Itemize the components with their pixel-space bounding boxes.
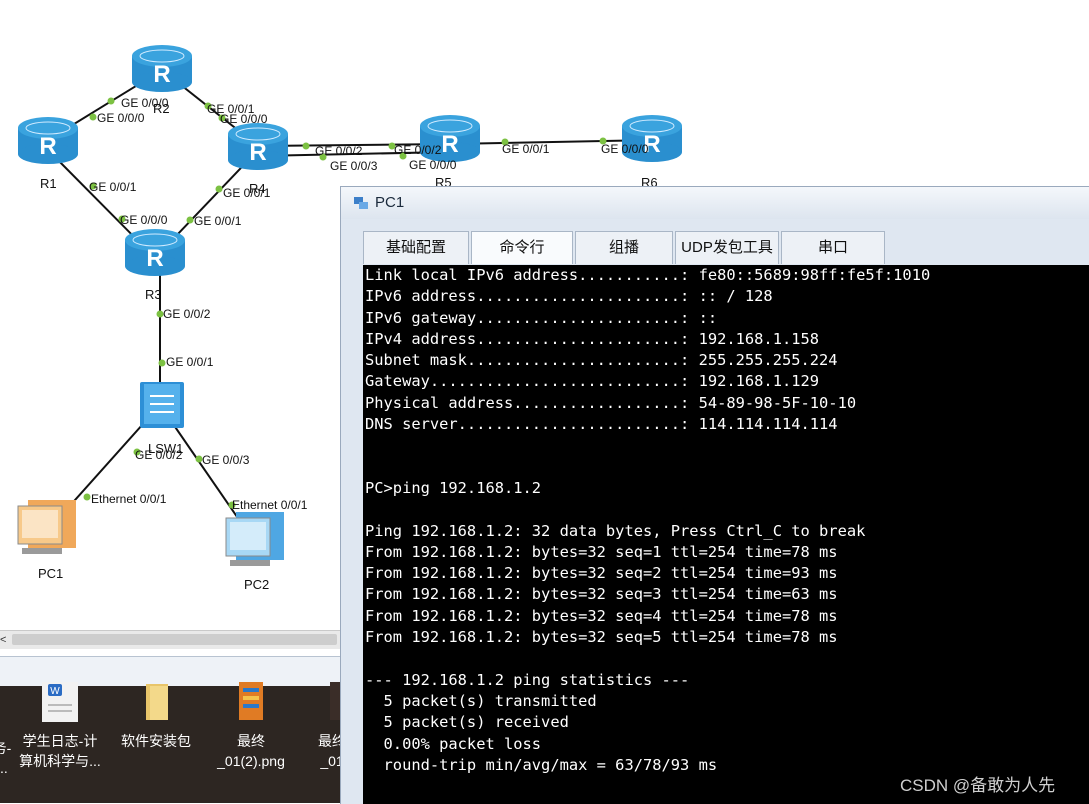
port-label: GE 0/0/0 — [409, 158, 457, 172]
port-label: Ethernet 0/0/1 — [91, 492, 167, 506]
device-name-r3: R3 — [145, 287, 162, 302]
router-icon-r3[interactable]: R — [125, 229, 185, 276]
console-line: IPv6 gateway......................: :: — [365, 308, 718, 327]
device-name-pc2: PC2 — [244, 577, 270, 592]
port-label: GE 0/0/1 — [502, 142, 550, 156]
port-label: GE 0/0/2 — [315, 144, 363, 158]
device-name-r2: R2 — [153, 101, 170, 116]
router-icon-r4[interactable]: R — [228, 123, 288, 170]
pc1-window[interactable]: PC1 基础配置 命令行 组播 UDP发包工具 串口 Link local IP… — [340, 186, 1089, 804]
console-line: IPv6 address......................: :: /… — [365, 287, 773, 306]
port-label: GE 0/0/0 — [601, 142, 649, 156]
port-label: GE 0/0/1 — [194, 214, 242, 228]
device-name-r1: R1 — [40, 176, 57, 191]
scroll-thumb[interactable] — [12, 634, 337, 645]
port-label: GE 0/0/3 — [202, 453, 250, 467]
console-line: From 192.168.1.2: bytes=32 seq=4 ttl=254… — [365, 606, 838, 625]
desktop-icon-image[interactable]: 最终 _01(2).png — [206, 682, 296, 771]
console-line: IPv4 address......................: 192.… — [365, 329, 820, 348]
word-doc-icon: W — [42, 682, 78, 722]
console-line: Subnet mask.......................: 255.… — [365, 351, 838, 370]
port-label: Ethernet 0/0/1 — [232, 498, 308, 512]
tab-multicast[interactable]: 组播 — [575, 231, 673, 264]
port-label: GE 0/0/0 — [220, 112, 268, 126]
svg-text:R: R — [153, 61, 170, 88]
svg-text:R: R — [249, 139, 266, 166]
console-line: From 192.168.1.2: bytes=32 seq=5 ttl=254… — [365, 628, 838, 647]
desktop-icon-label: 算机科学与... — [19, 753, 101, 769]
svg-text:R: R — [146, 245, 163, 272]
svg-text:R: R — [39, 133, 56, 160]
svg-text:R: R — [441, 131, 458, 158]
console-line: 5 packet(s) transmitted — [383, 691, 597, 710]
console-line: From 192.168.1.2: bytes=32 seq=3 ttl=254… — [365, 585, 838, 604]
console-line: --- 192.168.1.2 ping statistics --- — [365, 670, 690, 689]
command-console[interactable]: Link local IPv6 address...........: fe80… — [363, 265, 1089, 804]
switch-icon-lsw1[interactable] — [140, 382, 184, 428]
window-title: PC1 — [375, 194, 405, 211]
desktop-icon-label: 最终 — [237, 733, 265, 749]
console-line: From 192.168.1.2: bytes=32 seq=2 ttl=254… — [365, 564, 838, 583]
desktop-icon-label: 学生日志-计 — [22, 733, 98, 749]
port-label: GE 0/0/2 — [163, 307, 211, 321]
console-output: Link local IPv6 address...........: fe80… — [363, 265, 1089, 776]
console-line: 0.00% packet loss — [383, 734, 542, 753]
console-line: From 192.168.1.2: bytes=32 seq=1 ttl=254… — [365, 542, 838, 561]
console-line: Link local IPv6 address...........: fe80… — [365, 266, 931, 284]
tab-serial[interactable]: 串口 — [781, 231, 885, 264]
folder-icon — [146, 684, 168, 720]
pc1-icon[interactable] — [17, 500, 76, 554]
desktop-icon-label: 软件安装包 — [121, 733, 191, 749]
device-name-lsw1: LSW1 — [148, 441, 184, 456]
pc2-icon[interactable] — [225, 512, 284, 566]
port-label: GE 0/0/1 — [89, 180, 137, 194]
console-line: Ping 192.168.1.2: 32 data bytes, Press C… — [365, 521, 866, 540]
router-icon-r1[interactable]: R — [18, 117, 78, 164]
tab-udp-tool[interactable]: UDP发包工具 — [675, 231, 779, 264]
device-name-r4: R4 — [249, 181, 266, 196]
tab-basic-config[interactable]: 基础配置 — [363, 231, 469, 264]
csdn-watermark: CSDN @备敢为人先 — [900, 776, 1056, 795]
router-icon-r2[interactable]: R — [132, 45, 192, 92]
console-line: Physical address..................: 54-8… — [365, 393, 857, 412]
svg-text:W: W — [50, 686, 60, 697]
port-label: GE 0/0/3 — [330, 159, 378, 173]
desktop-icon-word-doc[interactable]: W 学生日志-计 算机科学与... — [12, 682, 108, 771]
scroll-left-arrow[interactable]: < — [0, 631, 10, 649]
console-line: Gateway...........................: 192.… — [365, 372, 820, 391]
desktop-background: 务- ... W 学生日志-计 算机科学与... 软件安装包 最终 _01(2)… — [0, 682, 352, 803]
pc-window-icon — [354, 197, 368, 209]
console-line: DNS server........................: 114.… — [365, 415, 838, 434]
topology-hscrollbar[interactable]: < — [0, 630, 345, 649]
tab-command-line[interactable]: 命令行 — [471, 231, 573, 264]
image-file-icon — [239, 682, 263, 720]
port-label: GE 0/0/0 — [120, 213, 168, 227]
window-titlebar[interactable]: PC1 — [341, 187, 1089, 219]
console-line: round-trip min/avg/max = 63/78/93 ms — [383, 755, 718, 774]
device-name-pc1: PC1 — [38, 566, 64, 581]
port-label: GE 0/0/1 — [166, 355, 214, 369]
desktop-icon-label: _01(2).png — [217, 753, 285, 769]
port-label: GE 0/0/0 — [97, 111, 145, 125]
console-line: PC>ping 192.168.1.2 — [365, 478, 542, 497]
console-line: 5 packet(s) received — [383, 713, 569, 732]
desktop-icon-folder[interactable]: 软件安装包 — [112, 682, 200, 751]
port-label: GE 0/0/2 — [394, 143, 442, 157]
